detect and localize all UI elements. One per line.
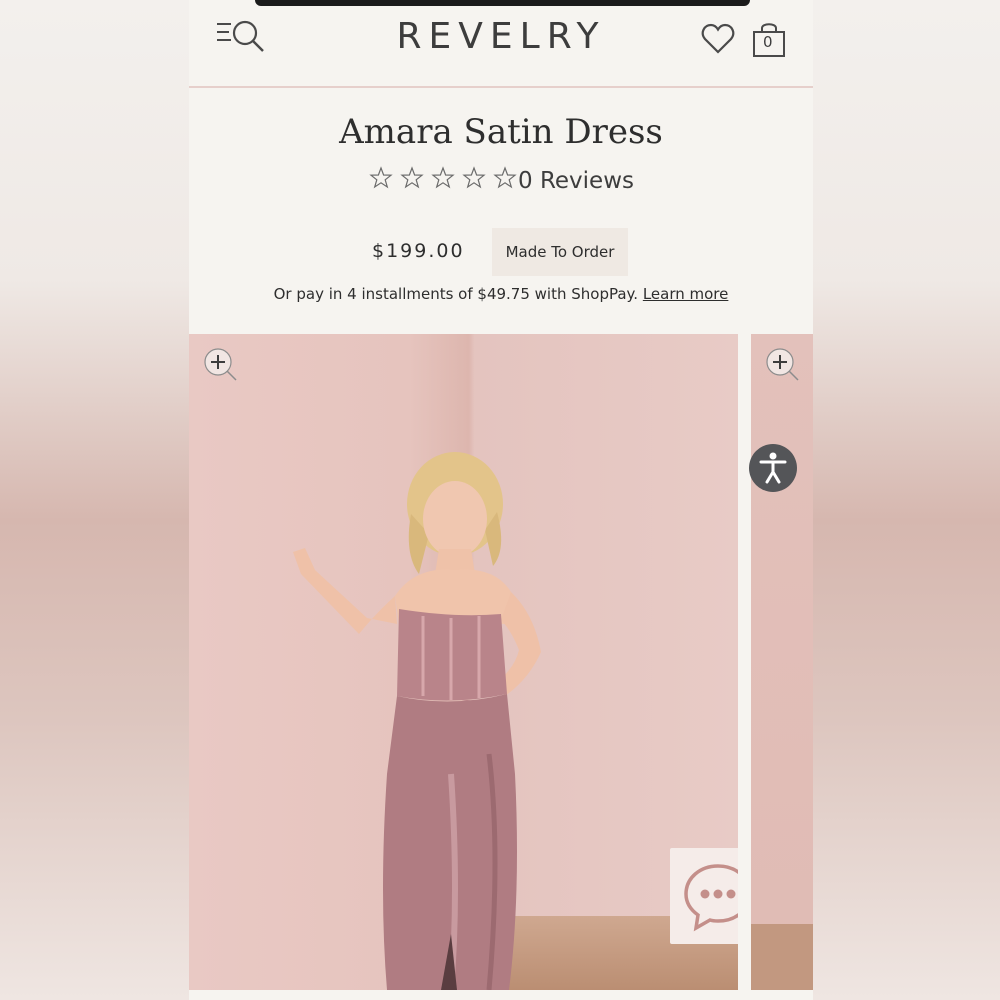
made-to-order-badge: Made To Order — [492, 228, 628, 276]
heart-icon[interactable] — [701, 22, 735, 56]
model-photo — [293, 452, 541, 990]
installments-text: Or pay in 4 installments of $49.75 with … — [273, 285, 639, 303]
floor — [751, 924, 813, 990]
chat-button[interactable] — [670, 848, 738, 944]
left-blurred-background — [0, 0, 189, 1000]
zoom-in-icon[interactable] — [201, 346, 241, 386]
zoom-in-icon[interactable] — [763, 346, 803, 386]
star-icon — [462, 166, 486, 194]
reviews-link[interactable]: 0 Reviews — [518, 168, 634, 194]
accessibility-button[interactable] — [749, 444, 797, 492]
product-image-next[interactable] — [751, 334, 813, 990]
star-icon — [369, 166, 393, 194]
product-image-main[interactable] — [189, 334, 738, 990]
star-icon — [493, 166, 518, 194]
accessibility-icon — [759, 452, 787, 484]
chat-bubble-icon — [684, 864, 738, 932]
installments-info: Or pay in 4 installments of $49.75 with … — [189, 285, 813, 303]
star-icon — [400, 166, 424, 194]
site-header: REVELRY 0 — [189, 0, 813, 88]
bag-count: 0 — [763, 33, 773, 51]
product-gallery[interactable] — [189, 334, 813, 1000]
star-rating[interactable] — [369, 166, 519, 196]
right-blurred-background — [813, 0, 1000, 1000]
phone-screen: REVELRY 0 Amara Satin Dress 0 Reviews $1… — [189, 0, 813, 1000]
product-price: $199.00 — [372, 240, 465, 262]
star-icon — [431, 166, 455, 194]
learn-more-link[interactable]: Learn more — [643, 285, 729, 303]
product-title: Amara Satin Dress — [339, 112, 663, 152]
device-notch — [255, 0, 750, 6]
